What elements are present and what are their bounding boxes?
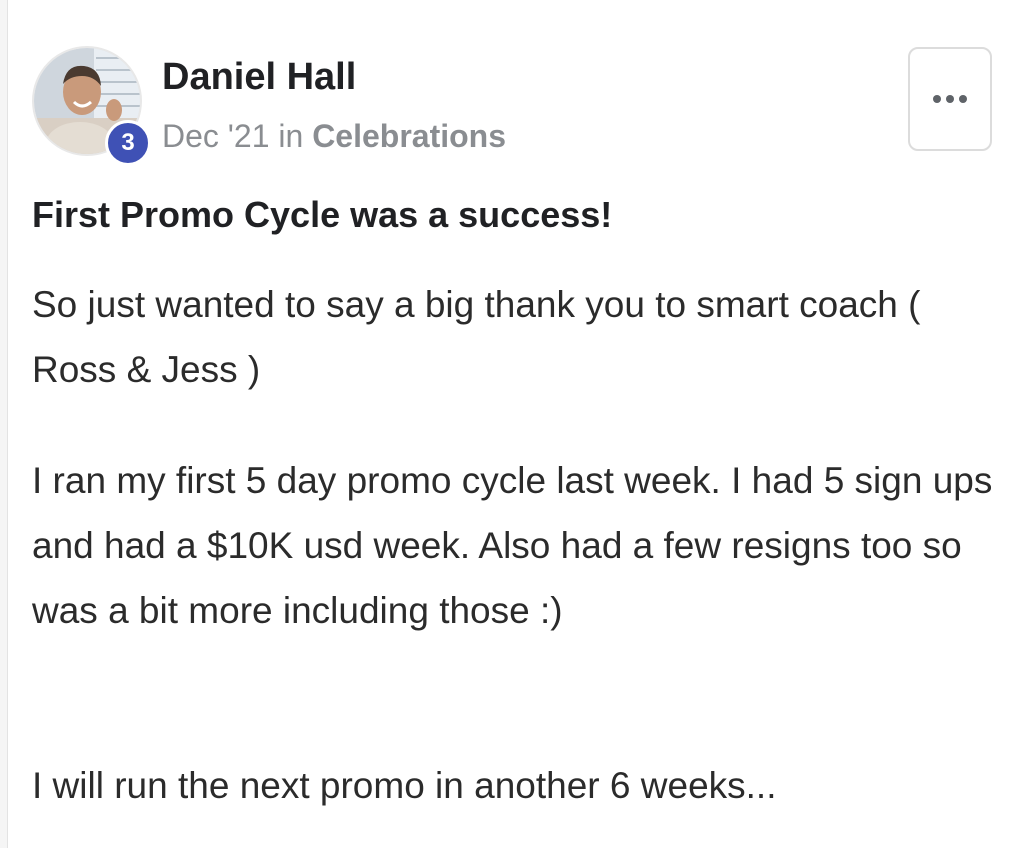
level-badge: 3: [105, 120, 151, 166]
post-paragraph: I will run the next promo in another 6 w…: [32, 765, 777, 806]
post-paragraph: I ran my first 5 day promo cycle last we…: [32, 460, 993, 631]
post-meta: Dec '21 in Celebrations: [162, 118, 506, 155]
post-card: 3 Daniel Hall Dec '21 in Celebrations Fi…: [7, 0, 1024, 848]
category-link[interactable]: Celebrations: [312, 118, 506, 154]
avatar[interactable]: 3: [32, 46, 151, 166]
post-date[interactable]: Dec '21: [162, 118, 270, 154]
more-options-button[interactable]: [908, 47, 992, 151]
author-name[interactable]: Daniel Hall: [162, 56, 356, 99]
post-title: First Promo Cycle was a success!: [32, 194, 613, 235]
meta-in-label: in: [278, 118, 304, 154]
post-paragraph: So just wanted to say a big thank you to…: [32, 284, 921, 390]
more-horizontal-icon: [933, 95, 967, 103]
